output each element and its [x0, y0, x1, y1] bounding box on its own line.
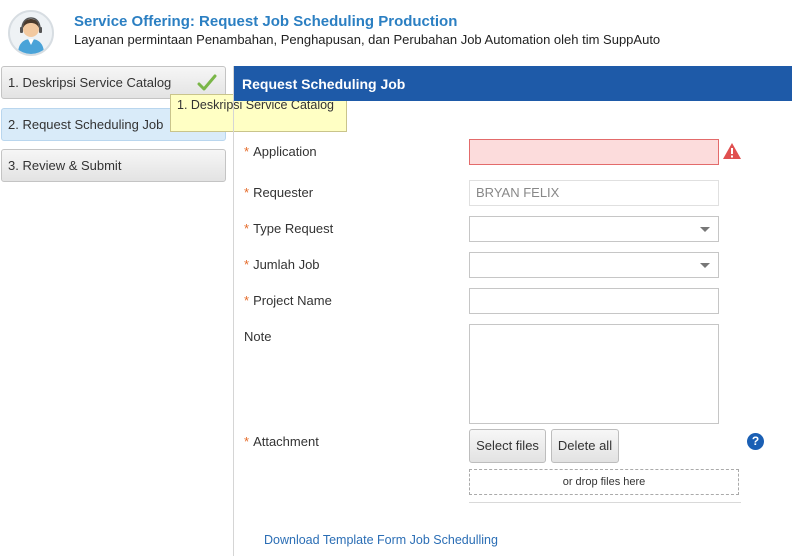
requester-field: BRYAN FELIX	[469, 180, 719, 206]
checkmark-icon	[197, 73, 217, 93]
chevron-down-icon	[700, 227, 710, 232]
jumlah-job-dropdown[interactable]	[469, 252, 719, 278]
type-request-label: * Type Request	[244, 221, 334, 236]
required-marker: *	[244, 221, 250, 236]
attachment-divider	[469, 502, 741, 503]
application-label: * Application	[244, 144, 317, 159]
panel-divider	[233, 66, 234, 556]
file-dropzone[interactable]: or drop files here	[469, 469, 739, 495]
step-label: 3. Review & Submit	[8, 158, 122, 173]
required-marker: *	[244, 144, 250, 159]
download-template-link[interactable]: Download Template Form Job Schedulling	[264, 533, 498, 547]
note-textarea[interactable]	[469, 324, 719, 424]
page-title: Service Offering: Request Job Scheduling…	[74, 13, 458, 30]
delete-all-button[interactable]: Delete all	[551, 429, 619, 463]
application-field[interactable]	[469, 139, 719, 165]
step-label: 1. Deskripsi Service Catalog	[8, 75, 172, 90]
note-label: Note	[244, 329, 272, 344]
page-subtitle: Layanan permintaan Penambahan, Penghapus…	[74, 32, 661, 47]
required-marker: *	[244, 257, 250, 272]
help-icon[interactable]: ?	[747, 433, 764, 450]
required-marker: *	[244, 293, 250, 308]
project-name-field[interactable]	[469, 288, 719, 314]
required-marker: *	[244, 434, 250, 449]
attachment-label: * Attachment	[244, 434, 319, 449]
user-avatar-icon	[8, 10, 54, 56]
jumlah-job-label: * Jumlah Job	[244, 257, 320, 272]
required-marker: *	[244, 185, 250, 200]
page-header: Service Offering: Request Job Scheduling…	[0, 0, 792, 66]
step-review-submit[interactable]: 3. Review & Submit	[1, 149, 226, 182]
chevron-down-icon	[700, 263, 710, 268]
warning-icon	[722, 142, 742, 160]
form-title: Request Scheduling Job	[234, 66, 792, 101]
type-request-dropdown[interactable]	[469, 216, 719, 242]
step-label: 2. Request Scheduling Job	[8, 117, 164, 132]
project-name-label: * Project Name	[244, 293, 332, 308]
select-files-button[interactable]: Select files	[469, 429, 546, 463]
requester-label: * Requester	[244, 185, 314, 200]
